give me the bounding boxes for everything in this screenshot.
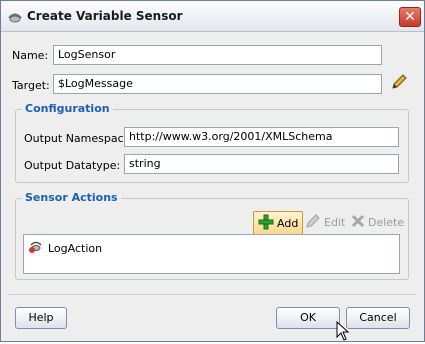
list-item[interactable]: LogAction: [28, 240, 102, 257]
plus-icon: [258, 214, 274, 233]
list-item-label: LogAction: [48, 242, 103, 255]
ok-button[interactable]: OK: [276, 307, 340, 329]
sensor-actions-list[interactable]: LogAction: [23, 234, 400, 274]
configuration-title: Configuration: [22, 102, 113, 115]
log-action-icon: [28, 240, 44, 257]
window-title: Create Variable Sensor: [27, 9, 183, 23]
sensor-actions-title: Sensor Actions: [22, 191, 121, 204]
pencil-icon: [305, 213, 321, 232]
help-button[interactable]: Help: [15, 307, 67, 329]
delete-button[interactable]: Delete: [351, 211, 404, 233]
output-datatype-field[interactable]: string: [124, 154, 399, 174]
help-label: Help: [28, 311, 54, 324]
sensor-icon: [7, 9, 23, 23]
output-datatype-label: Output Datatype:: [24, 159, 121, 172]
name-label: Name:: [12, 49, 49, 62]
delete-label: Delete: [368, 215, 405, 229]
title-bar[interactable]: Create Variable Sensor ✕: [1, 1, 424, 32]
cancel-button[interactable]: Cancel: [346, 307, 410, 329]
name-field[interactable]: LogSensor: [53, 45, 382, 65]
edit-label: Edit: [324, 215, 346, 229]
x-icon: [351, 214, 365, 231]
dialog-window: Create Variable Sensor ✕ Name: LogSensor…: [0, 0, 425, 342]
cursor-icon: [336, 320, 350, 341]
footer-divider: [9, 294, 416, 295]
pencil-icon[interactable]: [390, 73, 408, 91]
cancel-label: Cancel: [359, 311, 397, 324]
add-label: Add: [277, 216, 299, 230]
add-button[interactable]: Add: [253, 211, 304, 235]
close-icon: ✕: [404, 9, 416, 25]
ok-label: OK: [300, 311, 316, 324]
close-button[interactable]: ✕: [399, 7, 421, 27]
output-namespace-field[interactable]: http://www.w3.org/2001/XMLSchema: [124, 127, 399, 147]
target-label: Target:: [12, 79, 50, 92]
output-namespace-label: Output Namespace:: [24, 132, 135, 145]
edit-button[interactable]: Edit: [305, 211, 345, 233]
target-field[interactable]: $LogMessage: [53, 74, 382, 94]
